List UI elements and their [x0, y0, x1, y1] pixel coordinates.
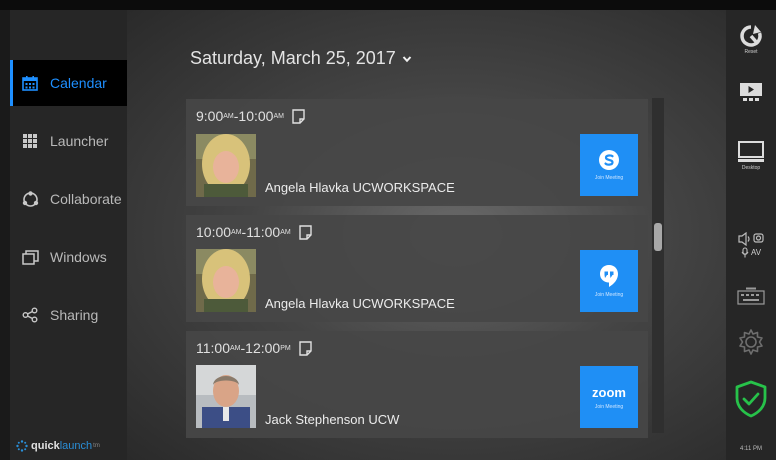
hangouts-icon — [600, 265, 618, 287]
join-meeting-label: Join Meeting — [594, 175, 624, 181]
screen: Calendar Launcher Collaborate Windows Sh… — [0, 0, 776, 460]
scrollbar-track[interactable] — [652, 98, 664, 433]
calendar-icon — [20, 73, 40, 93]
avatar — [196, 249, 256, 312]
chevron-down-icon — [402, 55, 412, 62]
desktop-label: Desktop — [741, 165, 761, 171]
sidebar-item-launcher[interactable]: Launcher — [10, 118, 127, 164]
quicklaunch-logo: quick launch tm — [16, 440, 100, 452]
sidebar-item-label: Windows — [50, 249, 107, 265]
sidebar-item-sharing[interactable]: Sharing — [10, 292, 127, 338]
join-zoom-button[interactable]: zoom Join Meeting — [580, 366, 638, 428]
sidebar: Calendar Launcher Collaborate Windows Sh… — [10, 10, 127, 460]
meeting-organizer: Angela Hlavka UCWORKSPACE — [265, 180, 455, 195]
keyboard-button[interactable] — [726, 287, 776, 305]
calendar-panel: Saturday, March 25, 2017 9:00 AM -10:00 AM … — [127, 10, 726, 460]
meeting-card[interactable]: 11:00 AM -12:00 PM Jack Stephenson UCW zoom… — [186, 331, 648, 438]
microphone-icon — [741, 247, 749, 258]
meeting-card[interactable]: 10:00 AM -11:00 AM Angela Hlavka UCWORKSPAC… — [186, 215, 648, 322]
media-button[interactable] — [726, 82, 776, 104]
zoom-logo: zoom — [592, 384, 626, 400]
reset-icon — [740, 25, 762, 47]
avatar — [196, 134, 256, 197]
date-label: Saturday, March 25, 2017 — [190, 48, 396, 68]
settings-button[interactable] — [726, 328, 776, 356]
reset-button[interactable]: Reset — [726, 24, 776, 55]
shield-check-icon — [735, 380, 767, 418]
security-status-button[interactable] — [726, 380, 776, 418]
sidebar-item-calendar[interactable]: Calendar — [10, 60, 127, 106]
meeting-time: 9:00 AM -10:00 AM — [196, 108, 305, 124]
meeting-time: 10:00 AM -11:00 AM — [196, 224, 312, 240]
avatar — [196, 365, 256, 428]
logo-quick-text: quick — [31, 440, 60, 452]
note-icon[interactable] — [299, 340, 312, 356]
keyboard-icon — [737, 287, 765, 305]
desktop-icon — [738, 141, 764, 162]
av-button[interactable]: AV — [726, 232, 776, 258]
top-bar — [0, 0, 776, 10]
logo-tm: tm — [93, 443, 100, 449]
speaker-camera-icon — [738, 232, 764, 246]
join-meeting-label: Join Meeting — [594, 403, 624, 410]
grid-icon — [20, 131, 40, 151]
sidebar-item-label: Sharing — [50, 307, 99, 323]
note-icon[interactable] — [299, 224, 312, 240]
sidebar-item-label: Collaborate — [50, 191, 122, 207]
scrollbar-thumb[interactable] — [654, 223, 662, 251]
join-meeting-label: Join Meeting — [594, 292, 624, 298]
sidebar-item-collaborate[interactable]: Collaborate — [10, 176, 127, 222]
right-toolbar: Reset Desktop AV 4:11 PM — [726, 10, 776, 460]
date-selector[interactable]: Saturday, March 25, 2017 — [190, 48, 412, 69]
meeting-organizer: Angela Hlavka UCWORKSPACE — [265, 296, 455, 311]
sidebar-item-windows[interactable]: Windows — [10, 234, 127, 280]
sidebar-item-label: Launcher — [50, 133, 109, 149]
note-icon[interactable] — [292, 108, 305, 124]
logo-launch-text: launch — [59, 440, 93, 452]
av-label: AV — [750, 248, 762, 257]
share-icon — [20, 305, 40, 325]
windows-icon — [20, 247, 40, 267]
skype-icon — [599, 150, 619, 170]
meeting-organizer: Jack Stephenson UCW — [265, 412, 400, 427]
av-row: AV — [741, 247, 761, 258]
logo-icon — [16, 440, 28, 452]
meeting-card[interactable]: 9:00 AM -10:00 AM Angela Hlavka UCWORKSPACE… — [186, 99, 648, 206]
meeting-time: 11:00 AM -12:00 PM — [196, 340, 312, 356]
media-icon — [740, 83, 762, 101]
collaborate-icon — [20, 189, 40, 209]
clock: 4:11 PM — [740, 446, 762, 452]
desktop-button[interactable]: Desktop — [726, 140, 776, 171]
reset-label: Reset — [744, 49, 758, 55]
gear-icon — [739, 329, 763, 355]
join-skype-button[interactable]: Join Meeting — [580, 134, 638, 196]
sidebar-item-label: Calendar — [50, 75, 107, 91]
join-hangouts-button[interactable]: Join Meeting — [580, 250, 638, 312]
